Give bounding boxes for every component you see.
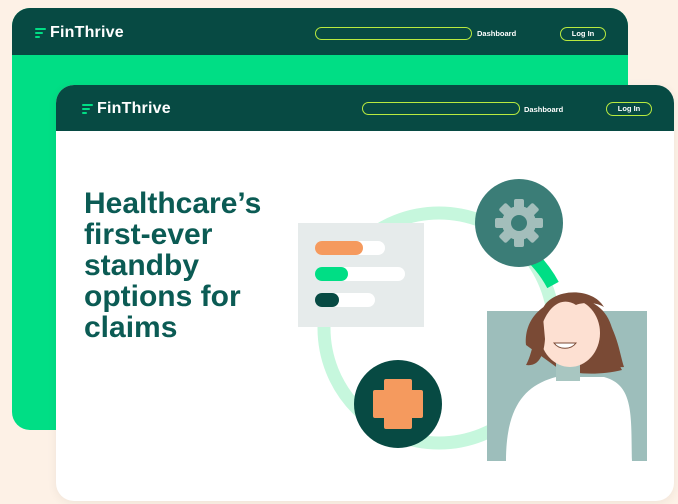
- gear-icon: [475, 179, 563, 267]
- back-logo[interactable]: FinThrive: [35, 24, 124, 42]
- back-search-input[interactable]: [315, 27, 472, 40]
- back-nav-dashboard[interactable]: Dashboard: [477, 29, 516, 38]
- back-logo-text: FinThrive: [50, 24, 124, 41]
- person-avatar: [487, 292, 647, 461]
- list-card-icon: [298, 223, 424, 327]
- plus-icon: [354, 360, 442, 448]
- hero-illustration: [298, 179, 647, 461]
- logo-mark-icon: [35, 27, 46, 39]
- front-browser-window: FinThrive Dashboard Log In Healthcare’s …: [56, 85, 674, 501]
- back-login-button[interactable]: Log In: [560, 27, 606, 41]
- back-header-bar: FinThrive Dashboard Log In: [12, 8, 628, 55]
